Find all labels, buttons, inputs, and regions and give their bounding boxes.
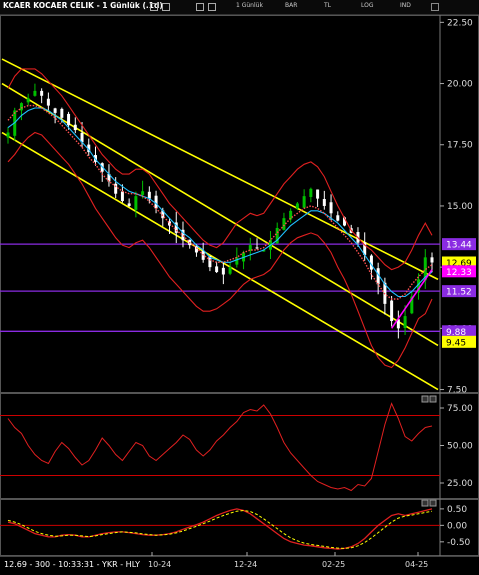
y-tick-label: 20.00 xyxy=(447,80,473,90)
candle-body xyxy=(60,108,64,118)
y-tick-label: 22.50 xyxy=(447,18,473,28)
candle-body xyxy=(282,218,286,230)
macd-line xyxy=(7,508,433,550)
channel-line xyxy=(1,58,439,281)
price-tag: 12.33 xyxy=(442,265,476,278)
rsi-tick-label: 50.00 xyxy=(447,442,473,452)
pane-frame xyxy=(0,499,479,556)
candle-body xyxy=(289,210,293,220)
macd-tick-label: 0.00 xyxy=(447,521,467,531)
panel-icon xyxy=(421,499,429,507)
moving-average-dotted-line xyxy=(7,104,433,300)
candle-body xyxy=(19,103,23,111)
candle-body xyxy=(46,98,50,106)
candle-body xyxy=(6,132,10,138)
candle-body xyxy=(67,113,71,126)
candle-body xyxy=(255,247,259,249)
rsi-tick-label: 75.00 xyxy=(447,404,473,414)
bollinger-lower-line xyxy=(7,131,433,369)
pane-frame xyxy=(0,15,479,393)
status-text: 12.69 - 300 - 10:33:31 - YKR - HLY xyxy=(4,560,140,569)
y-tick-label: 15.00 xyxy=(447,202,473,212)
candle-body xyxy=(302,196,306,208)
candle-body xyxy=(430,257,434,263)
candles-group xyxy=(6,83,434,339)
candle-body xyxy=(33,90,37,96)
candle-body xyxy=(316,189,320,199)
price-tag: 11.52 xyxy=(442,285,476,298)
x-tick-label: 04-25 xyxy=(405,560,429,569)
panel-icon xyxy=(429,395,437,403)
candle-body xyxy=(336,215,340,221)
candle-body xyxy=(390,300,394,322)
candle-body xyxy=(329,202,333,214)
candle-body xyxy=(114,183,118,194)
x-tick-label: 12-24 xyxy=(234,560,258,569)
price-tag-label: 9.45 xyxy=(446,338,466,348)
candle-body xyxy=(147,191,151,199)
macd-tick-label: -0.50 xyxy=(447,538,471,548)
candle-body xyxy=(221,267,225,275)
candle-body xyxy=(228,267,232,274)
y-tick-label: 17.50 xyxy=(447,141,473,151)
panel-icon xyxy=(421,395,429,403)
candle-body xyxy=(295,203,299,209)
macd-tick-label: 0.50 xyxy=(447,505,467,515)
price-tag: 9.45 xyxy=(442,335,476,348)
candle-body xyxy=(134,196,138,210)
price-tag-label: 12.33 xyxy=(446,268,472,278)
candle-body xyxy=(141,191,145,195)
x-tick-label: 10-24 xyxy=(148,560,172,569)
chart-canvas: 22.5020.0017.5015.0012.5010.007.5013.441… xyxy=(0,15,479,558)
candle-body xyxy=(26,98,30,103)
macd-signal-line xyxy=(7,509,433,549)
rsi-tick-label: 25.00 xyxy=(447,479,473,489)
rsi-line xyxy=(7,402,433,492)
candle-body xyxy=(40,90,44,96)
pane-frame xyxy=(0,393,479,499)
price-tag-label: 13.44 xyxy=(446,241,472,251)
candle-body xyxy=(215,266,219,273)
panel-icon xyxy=(429,499,437,507)
candle-body xyxy=(73,124,77,131)
candle-body xyxy=(53,108,57,113)
candle-body xyxy=(322,199,326,206)
status-bar: 12.69 - 300 - 10:33:31 - YKR - HLY 10-24… xyxy=(0,556,479,575)
candle-body xyxy=(403,316,407,328)
x-tick-label: 02-25 xyxy=(322,560,346,569)
y-tick-label: 7.50 xyxy=(447,386,467,396)
candle-body xyxy=(120,191,124,202)
price-tag: 13.44 xyxy=(442,238,476,251)
candle-body xyxy=(309,188,313,197)
candle-body xyxy=(127,203,131,206)
candle-body xyxy=(194,246,198,253)
price-tag-label: 11.52 xyxy=(446,288,472,298)
